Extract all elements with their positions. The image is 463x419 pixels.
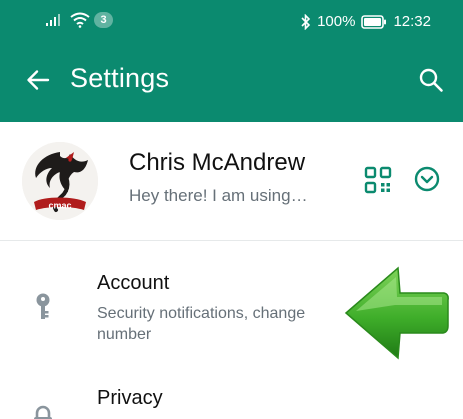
settings-item-title: Account bbox=[97, 272, 170, 294]
battery-percent: 100% bbox=[317, 13, 356, 30]
divider bbox=[0, 240, 463, 241]
search-button[interactable] bbox=[409, 58, 453, 102]
settings-item-account[interactable]: Account Security notifications, change n… bbox=[0, 262, 463, 358]
page-title: Settings bbox=[70, 63, 170, 93]
expand-button[interactable] bbox=[410, 162, 444, 196]
profile-status: Hey there! I am using… bbox=[129, 186, 308, 205]
avatar-text: cmac bbox=[48, 201, 71, 211]
clock: 12:32 bbox=[393, 13, 431, 30]
profile-name: Chris McAndrew bbox=[129, 149, 306, 176]
settings-item-title: Privacy bbox=[97, 387, 163, 409]
toolbar: Settings bbox=[0, 52, 463, 108]
profile-row[interactable]: cmac Chris McAndrew Hey there! I am usin… bbox=[0, 122, 463, 240]
app-bar: 3 100% 12:32 Settings bbox=[0, 0, 463, 122]
search-icon bbox=[419, 68, 443, 92]
bluetooth-icon bbox=[301, 14, 311, 30]
notification-badge: 3 bbox=[94, 12, 113, 28]
avatar[interactable]: cmac bbox=[22, 142, 98, 220]
status-bar-left: 3 bbox=[46, 12, 113, 28]
status-bar-right: 100% 12:32 bbox=[301, 13, 431, 31]
qr-code-icon bbox=[364, 166, 392, 194]
key-icon bbox=[28, 292, 58, 322]
signal-icon bbox=[46, 14, 60, 26]
chevron-down-circle-icon bbox=[414, 166, 440, 192]
arrow-back-icon bbox=[27, 70, 50, 90]
qr-code-button[interactable] bbox=[361, 163, 395, 197]
settings-item-privacy[interactable]: Privacy bbox=[0, 378, 463, 419]
back-button[interactable] bbox=[20, 60, 56, 100]
dragon-logo-icon: cmac bbox=[22, 142, 98, 220]
settings-item-subtitle: Security notifications, change number bbox=[97, 305, 306, 343]
wifi-icon bbox=[70, 12, 90, 28]
lock-icon bbox=[28, 404, 58, 419]
status-bar: 3 100% 12:32 bbox=[0, 0, 463, 46]
battery-icon bbox=[361, 15, 387, 29]
